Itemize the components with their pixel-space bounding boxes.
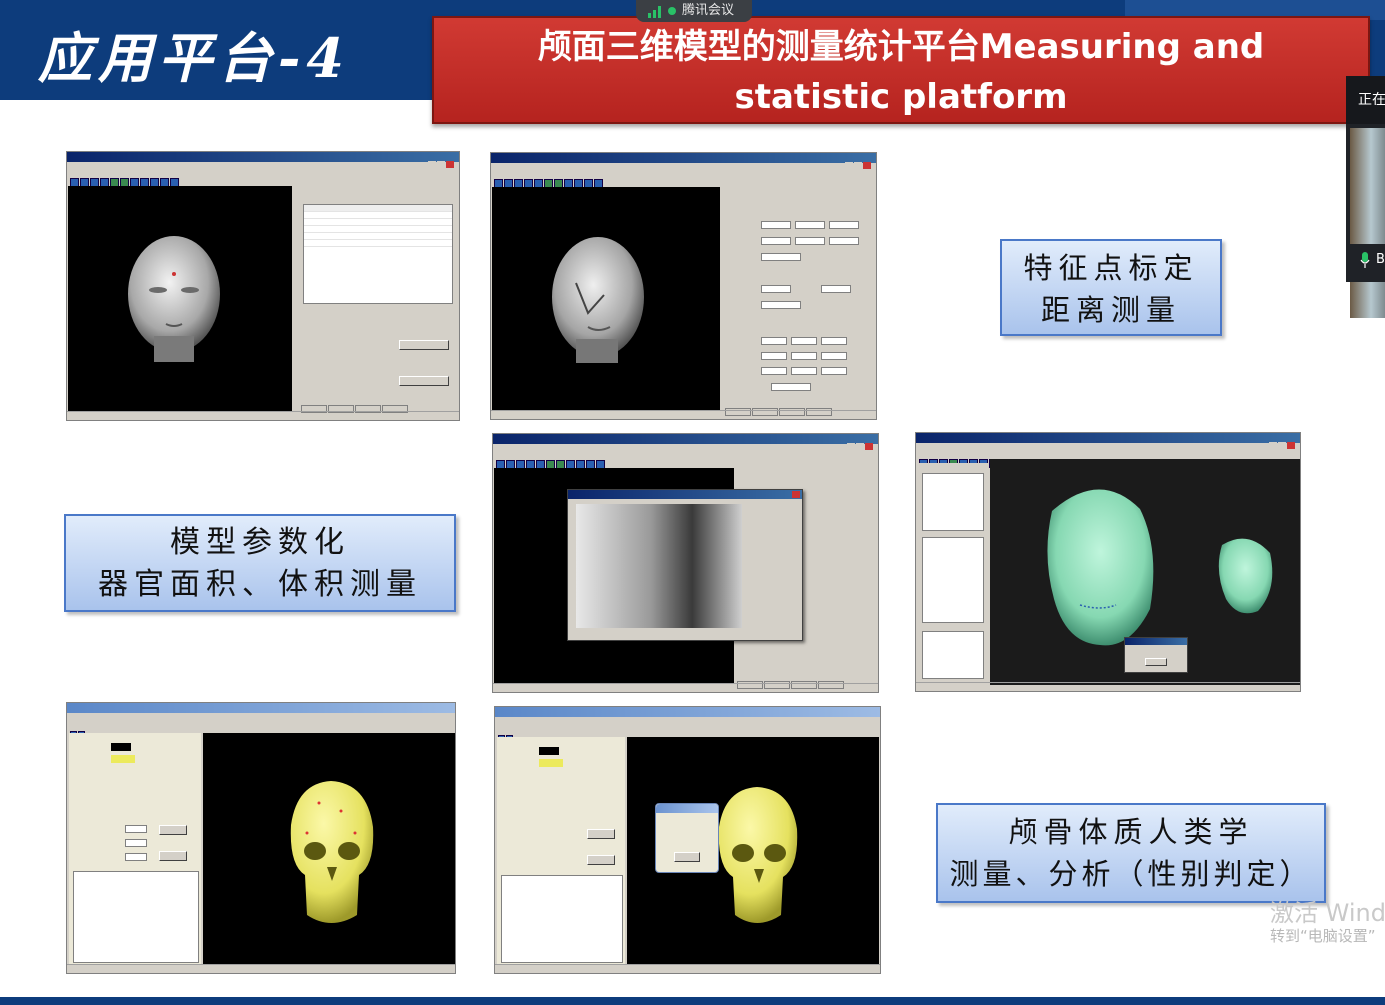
window-titlebar	[916, 433, 1300, 443]
feature-point-table	[303, 204, 453, 304]
status-bar	[916, 682, 1300, 691]
background-swatch[interactable]	[111, 743, 131, 751]
screenshot-distance-measure	[490, 152, 877, 420]
ok-button[interactable]	[1145, 658, 1167, 666]
platform-banner: 颅面三维模型的测量统计平台Measuring and statistic pla…	[432, 16, 1370, 124]
face-model-icon	[128, 236, 220, 362]
window-titlebar	[495, 707, 880, 717]
measure-panel	[725, 187, 875, 416]
participant-video	[1350, 128, 1385, 318]
recording-status-dot	[668, 7, 676, 15]
skull-measure-table	[501, 875, 623, 963]
calculate-button[interactable]	[159, 851, 187, 861]
depth-map-image	[576, 504, 742, 628]
panel-tabs[interactable]	[737, 674, 845, 689]
meeting-label: 腾讯会议	[682, 3, 735, 18]
status-bar	[491, 410, 876, 419]
skull-icon	[290, 781, 374, 923]
caption-model-params: 模型参数化 器官面积、体积测量	[64, 514, 456, 612]
render-canvas	[68, 186, 292, 412]
sex-result-dialog[interactable]	[655, 803, 719, 873]
caption-feature-line2: 距离测量	[1040, 293, 1181, 327]
participant-name: B	[1376, 252, 1385, 267]
save-points-button[interactable]	[399, 376, 449, 386]
signal-icon	[648, 6, 661, 18]
status-bar	[493, 683, 878, 692]
pickpoint-button[interactable]	[587, 829, 615, 839]
window-controls	[846, 435, 876, 450]
dialog-titlebar	[568, 490, 802, 499]
menu-bar	[491, 163, 876, 172]
window-titlebar	[67, 152, 459, 162]
window-controls	[1268, 434, 1298, 449]
window-controls	[427, 153, 457, 168]
pickpoint-button[interactable]	[159, 825, 187, 835]
distance-result-field[interactable]	[761, 253, 801, 261]
panel-tabs[interactable]	[301, 398, 409, 413]
skull-control-panel	[497, 737, 625, 965]
window-titlebar	[491, 153, 876, 163]
slide-title: 应用平台-4	[38, 26, 350, 90]
window-titlebar	[67, 703, 455, 713]
panel-tabs[interactable]	[725, 401, 833, 416]
light-swatch[interactable]	[111, 755, 135, 763]
screenshot-model-params	[492, 433, 879, 693]
side-panel-header: 正在	[1346, 76, 1385, 124]
depth-map-dialog[interactable]	[567, 489, 803, 641]
caption-skull-line2: 测量、分析（性别判定）	[949, 857, 1313, 891]
light-swatch[interactable]	[539, 759, 563, 767]
render-canvas	[203, 733, 455, 965]
screenshot-skull-2	[494, 706, 881, 974]
skull-control-panel	[69, 733, 201, 965]
calculate-button[interactable]	[587, 855, 615, 865]
ok-button[interactable]	[674, 852, 700, 862]
meeting-indicator[interactable]: 腾讯会议	[636, 0, 752, 22]
status-bar	[495, 964, 880, 973]
video-side-panel[interactable]: 正在 B	[1346, 76, 1385, 318]
window-titlebar	[493, 434, 878, 444]
toolbar	[498, 727, 880, 742]
area-table	[922, 631, 984, 679]
activation-watermark-sub: 转到“电脑设置”	[1270, 927, 1376, 945]
window-controls	[844, 154, 874, 169]
status-bar	[67, 411, 459, 420]
caption-feature-points: 特征点标定 距离测量	[1000, 239, 1222, 336]
render-canvas	[492, 187, 720, 411]
toolbar	[496, 454, 878, 469]
menu-bar	[67, 713, 455, 722]
menu-bar	[916, 443, 1300, 452]
screenshot-skull-1	[66, 702, 456, 974]
screenshot-feature-points	[66, 151, 460, 421]
distance-table	[922, 473, 984, 531]
background-swatch[interactable]	[539, 747, 559, 755]
status-bar	[67, 964, 455, 973]
menu-bar	[67, 162, 459, 171]
toolbar	[494, 173, 876, 188]
menu-bar	[495, 717, 880, 726]
caption-skull: 颅骨体质人类学 测量、分析（性别判定）	[936, 803, 1326, 903]
caption-skull-line1: 颅骨体质人类学	[1008, 815, 1254, 849]
toolbar	[70, 723, 455, 738]
microphone-icon[interactable]	[1360, 252, 1370, 268]
caption-feature-line1: 特征点标定	[1023, 251, 1199, 285]
skull-measure-table	[73, 871, 199, 963]
toolbar	[70, 172, 459, 187]
banner-line-1: 颅面三维模型的测量统计平台Measuring and	[537, 27, 1265, 67]
measurement-list-panel	[918, 463, 988, 685]
banner-line-2: statistic platform	[734, 77, 1068, 117]
delete-button[interactable]	[399, 340, 449, 350]
menu-bar	[493, 444, 878, 453]
caption-model-line2: 器官面积、体积测量	[98, 567, 422, 602]
face-model-icon	[552, 237, 644, 363]
caption-model-line1: 模型参数化	[170, 525, 350, 560]
screenshot-face-scan	[915, 432, 1301, 692]
footer-bar	[0, 997, 1385, 1005]
close-icon[interactable]	[792, 491, 800, 498]
activation-watermark: 激活 Wind	[1270, 899, 1385, 927]
feature-panel	[299, 186, 457, 413]
angle-table	[922, 537, 984, 623]
result-popup[interactable]	[1124, 637, 1188, 673]
